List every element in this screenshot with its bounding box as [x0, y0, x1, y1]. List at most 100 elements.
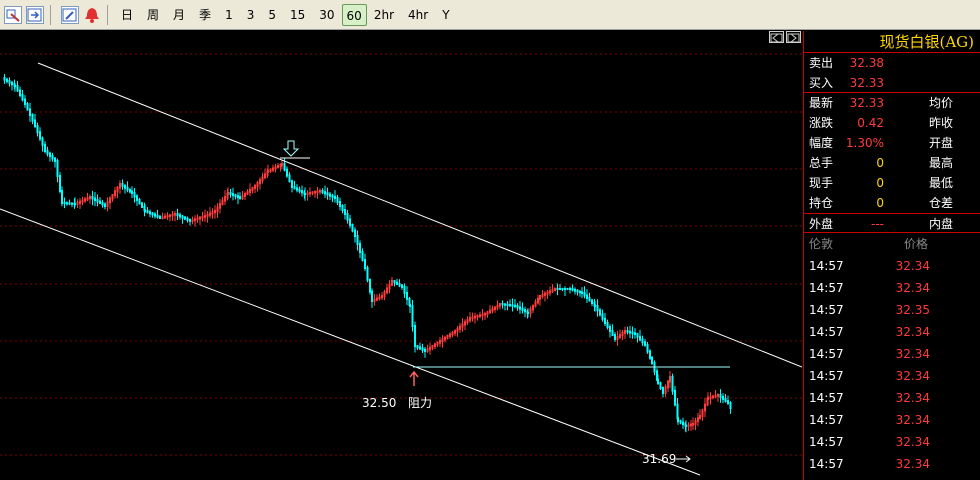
tick-row: 14:57 32.34	[804, 409, 980, 431]
candle-body	[31, 114, 34, 122]
tick-row: 14:57 32.35	[804, 299, 980, 321]
candle-body	[68, 202, 71, 205]
candle-body	[46, 150, 49, 155]
sell-row: 卖出 32.38	[804, 53, 980, 73]
candle-body	[690, 423, 692, 427]
candle-body	[11, 81, 13, 86]
period-button-5[interactable]: 3	[240, 4, 262, 26]
candle-body	[194, 218, 196, 222]
candle-body	[146, 210, 149, 214]
export-icon[interactable]	[26, 5, 44, 24]
candlestick-chart[interactable]: 32.50 阻力 31.69	[0, 31, 802, 480]
chart-canvas: 32.50 阻力 31.69	[0, 53, 802, 476]
candle-body	[712, 395, 714, 399]
candle-body	[685, 424, 687, 427]
candle-body	[471, 316, 474, 319]
candle-body	[496, 304, 499, 309]
expand-panel-button[interactable]	[786, 31, 801, 43]
candle-body	[44, 143, 46, 152]
candle-body	[667, 380, 669, 389]
period-button-7[interactable]: 15	[283, 4, 312, 26]
period-button-4[interactable]: 1	[218, 4, 240, 26]
candle-body	[534, 301, 537, 307]
candle-body	[232, 193, 234, 197]
candle-body	[131, 190, 133, 194]
tick-price: 32.34	[895, 391, 930, 405]
candle-body	[414, 325, 416, 347]
candle-body	[267, 170, 269, 173]
candle-body	[403, 286, 406, 294]
candle-body	[189, 218, 191, 222]
tick-list[interactable]: 14:57 32.34 14:57 32.34 14:57 32.35 14:57 32.34…	[804, 255, 980, 475]
candle-body	[393, 280, 396, 284]
candle-body	[401, 284, 403, 288]
candle-body	[76, 201, 79, 205]
candle-body	[386, 287, 388, 294]
candle-body	[369, 278, 371, 293]
low-price-label: 31.69	[642, 452, 676, 466]
candle-body	[519, 306, 521, 310]
candle-body	[574, 288, 576, 292]
candle-body	[211, 211, 214, 215]
candle-body	[91, 196, 94, 200]
candle-body	[84, 198, 86, 202]
candle-body	[66, 202, 68, 205]
candle-body	[429, 346, 431, 351]
candle-body	[324, 191, 326, 195]
candle-body	[221, 199, 224, 206]
period-button-6[interactable]: 5	[261, 4, 283, 26]
stat-label-secondary: 最高	[929, 156, 954, 170]
period-button-1[interactable]: 周	[140, 4, 166, 26]
period-button-2[interactable]: 月	[166, 4, 192, 26]
stat-row: 持仓 0 仓差	[804, 193, 980, 213]
period-button-8[interactable]: 30	[312, 4, 341, 26]
candle-body	[239, 196, 241, 199]
tick-price: 32.35	[895, 303, 930, 317]
candle-body	[156, 214, 159, 218]
candle-body	[511, 304, 514, 307]
candle-body	[692, 423, 694, 426]
candle-body	[237, 195, 239, 199]
period-button-10[interactable]: 2hr	[367, 4, 401, 26]
outer-value: ---	[871, 217, 884, 231]
candle-body	[631, 331, 634, 335]
candle-body	[636, 333, 639, 338]
down-arrow-icon	[282, 140, 300, 157]
collapse-panel-button[interactable]	[769, 31, 784, 43]
tick-row: 14:57 32.34	[804, 387, 980, 409]
period-button-12[interactable]: Y	[435, 4, 456, 26]
candle-body	[229, 192, 232, 196]
candle-body	[466, 319, 469, 324]
candle-body	[171, 213, 174, 217]
candle-body	[309, 192, 311, 195]
period-button-9[interactable]: 60	[341, 3, 367, 26]
chart-switch-icon[interactable]	[4, 5, 22, 24]
candle-body	[583, 292, 586, 297]
outer-label: 外盘	[809, 217, 834, 231]
period-button-3[interactable]: 季	[192, 4, 218, 26]
candle-body	[304, 192, 306, 195]
candle-body	[246, 191, 249, 195]
toolbar: 日周月季 1 3 5 15 30 60 2hr 4hr Y	[0, 0, 980, 30]
candle-body	[283, 163, 286, 171]
candle-body	[51, 155, 54, 160]
candle-body	[71, 202, 73, 205]
buy-row: 买入 32.33	[804, 73, 980, 93]
candle-body	[34, 119, 36, 127]
period-button-0[interactable]: 日	[114, 4, 140, 26]
candle-body	[529, 308, 532, 314]
candle-body	[8, 80, 11, 84]
candle-body	[679, 420, 682, 424]
draw-pen-icon[interactable]	[61, 5, 79, 24]
stat-label: 现手	[809, 176, 834, 190]
tick-row: 14:57 32.34	[804, 365, 980, 387]
quote-panel: 现货白银(AG) 卖出 32.38 买入 32.33 最新 32.33 均价 涨跌 0.…	[803, 31, 980, 480]
alarm-bell-icon[interactable]	[83, 6, 101, 24]
candle-body	[373, 298, 376, 302]
candle-body	[441, 338, 444, 342]
tick-price: 32.34	[895, 435, 930, 449]
period-button-11[interactable]: 4hr	[401, 4, 435, 26]
candle-body	[388, 283, 391, 290]
tick-row: 14:57 32.34	[804, 453, 980, 475]
candle-body	[576, 289, 579, 293]
